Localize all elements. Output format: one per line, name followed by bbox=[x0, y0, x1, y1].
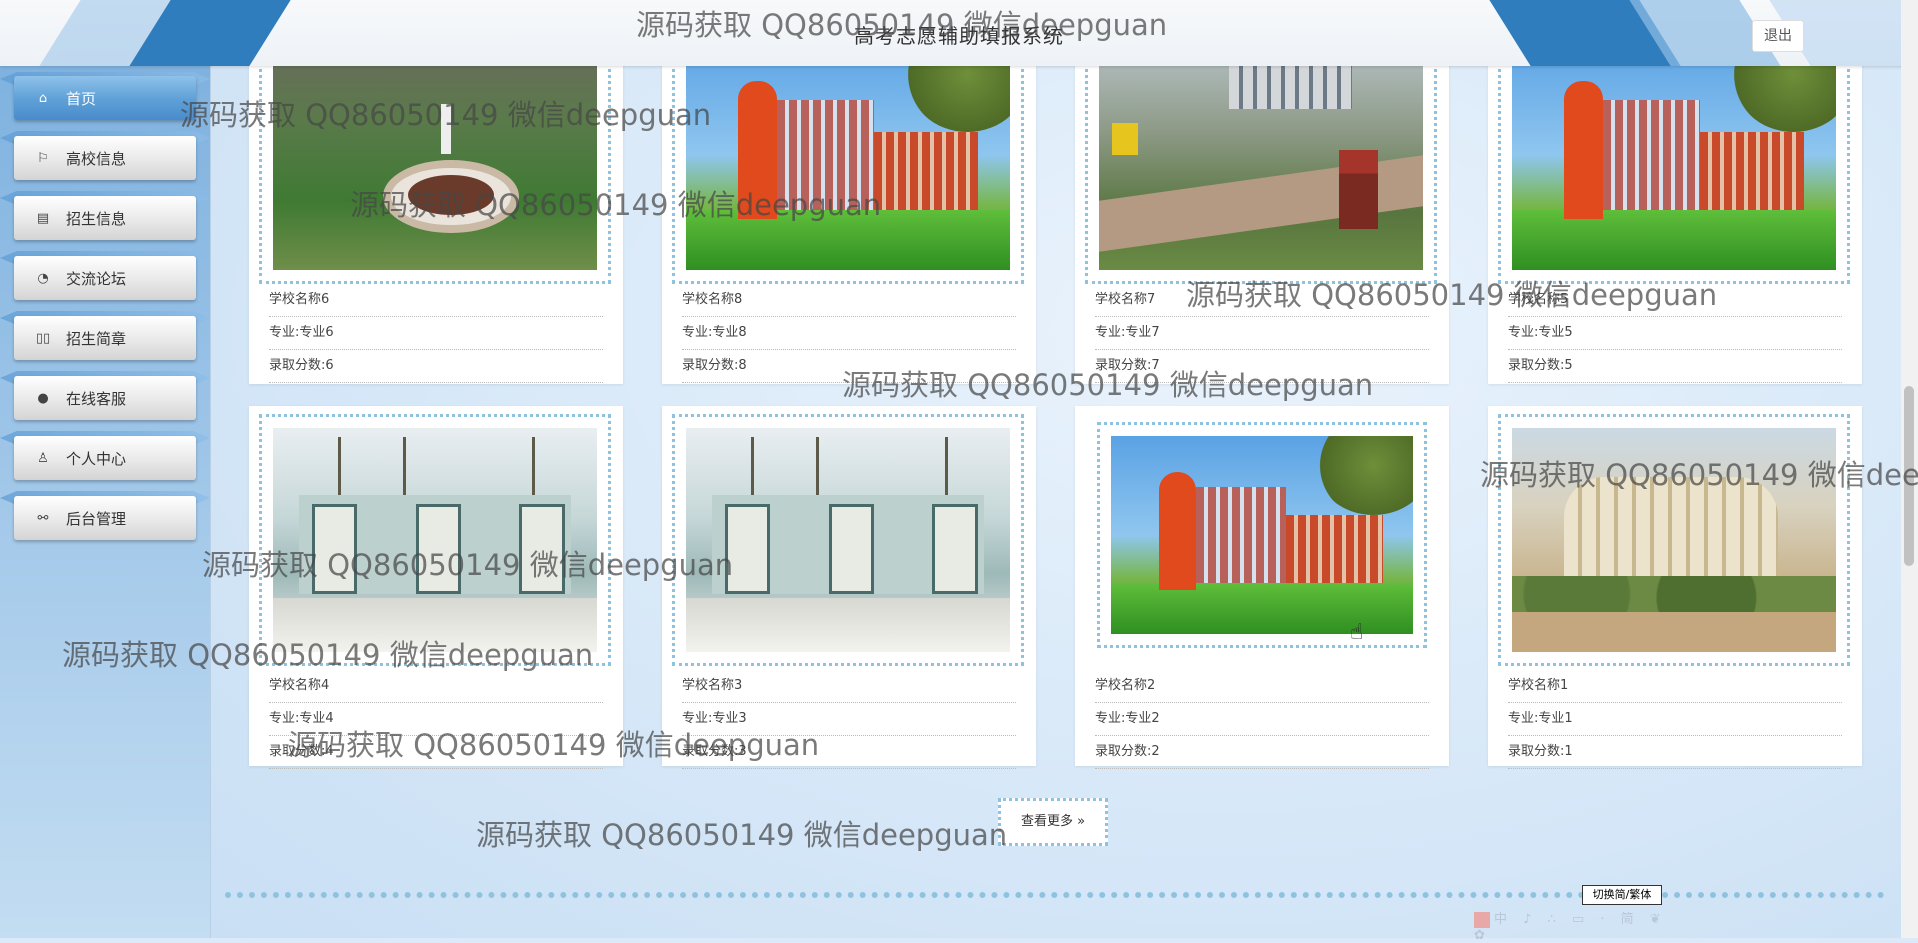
school-score: 录取分数:5 bbox=[1508, 350, 1842, 383]
school-name: 学校名称1 bbox=[1508, 670, 1842, 703]
sidebar-item-label: 交流论坛 bbox=[66, 269, 127, 288]
school-image-frame[interactable] bbox=[259, 66, 611, 284]
school-major: 专业:专业6 bbox=[269, 317, 603, 350]
sidebar-item-label: 高校信息 bbox=[66, 149, 127, 168]
school-major: 专业:专业8 bbox=[682, 317, 1016, 350]
school-image bbox=[686, 428, 1010, 652]
sidebar-item-admin[interactable]: ⚯ 后台管理 bbox=[14, 496, 196, 540]
school-score: 录取分数:1 bbox=[1508, 736, 1842, 769]
book-icon: ▯▯ bbox=[35, 330, 51, 346]
school-image-frame[interactable] bbox=[259, 414, 611, 666]
school-image-frame[interactable] bbox=[1498, 414, 1850, 666]
school-image bbox=[273, 66, 597, 270]
sidebar-item-label: 后台管理 bbox=[66, 509, 127, 528]
school-card[interactable]: 学校名称6 专业:专业6 录取分数:6 bbox=[249, 66, 623, 384]
school-card[interactable]: 学校名称2 专业:专业2 录取分数:2 bbox=[1075, 406, 1449, 769]
flag-icon: ⚐ bbox=[37, 150, 49, 166]
home-icon: ⌂ bbox=[38, 90, 48, 106]
school-name: 学校名称8 bbox=[682, 284, 1016, 317]
school-card[interactable]: 学校名称5 专业:专业5 录取分数:5 bbox=[1488, 66, 1862, 384]
user-icon: ♙ bbox=[37, 450, 49, 466]
school-score: 录取分数:3 bbox=[682, 736, 1016, 769]
school-card[interactable]: 学校名称3 专业:专业3 录取分数:3 bbox=[662, 406, 1036, 769]
school-score: 录取分数:4 bbox=[269, 736, 603, 769]
palette-icon: ◔ bbox=[37, 270, 49, 286]
link-icon: ⚯ bbox=[37, 510, 49, 526]
main-content: 学校名称6 专业:专业6 录取分数:6 学校名称8 专业:专业8 录取分数:8 … bbox=[211, 66, 1901, 938]
school-image bbox=[1111, 436, 1413, 634]
sidebar-item-label: 个人中心 bbox=[66, 449, 127, 468]
school-score: 录取分数:6 bbox=[269, 350, 603, 383]
school-major: 专业:专业1 bbox=[1508, 703, 1842, 736]
school-major: 专业:专业4 bbox=[269, 703, 603, 736]
sidebar-item-forum[interactable]: ◔ 交流论坛 bbox=[14, 256, 196, 300]
school-image-frame[interactable] bbox=[1097, 422, 1427, 648]
school-score: 录取分数:7 bbox=[1095, 350, 1429, 383]
load-more-button[interactable]: 查看更多 » bbox=[998, 798, 1108, 846]
sidebar-item-online-service[interactable]: ● 在线客服 bbox=[14, 376, 196, 420]
switch-language-button[interactable]: 切换简/繁体 bbox=[1582, 885, 1662, 905]
school-card[interactable]: 学校名称7 专业:专业7 录取分数:7 bbox=[1075, 66, 1449, 384]
school-name: 学校名称4 bbox=[269, 670, 603, 703]
sidebar-item-label: 招生简章 bbox=[66, 329, 127, 348]
sidebar-item-label: 招生信息 bbox=[66, 209, 127, 228]
notepad-icon: ▤ bbox=[36, 210, 50, 226]
ime-logo-icon bbox=[1474, 911, 1490, 928]
school-name: 学校名称7 bbox=[1095, 284, 1429, 317]
sidebar-item-admission-info[interactable]: ▤ 招生信息 bbox=[14, 196, 196, 240]
logout-button[interactable]: 退出 bbox=[1752, 20, 1804, 52]
hand-cursor-icon: ☝ bbox=[1350, 620, 1364, 645]
sidebar-item-universities[interactable]: ⚐ 高校信息 bbox=[14, 136, 196, 180]
site-title: 高考志愿辅助填报系统 bbox=[854, 24, 1064, 48]
school-image-frame[interactable] bbox=[1085, 66, 1437, 284]
school-image-frame[interactable] bbox=[672, 414, 1024, 666]
school-score: 录取分数:8 bbox=[682, 350, 1016, 383]
school-name: 学校名称2 bbox=[1095, 670, 1429, 703]
school-image bbox=[686, 66, 1010, 270]
sidebar-item-brochure[interactable]: ▯▯ 招生简章 bbox=[14, 316, 196, 360]
sidebar-item-label: 在线客服 bbox=[66, 389, 127, 408]
school-card[interactable]: 学校名称4 专业:专业4 录取分数:4 bbox=[249, 406, 623, 769]
school-name: 学校名称3 bbox=[682, 670, 1016, 703]
school-name: 学校名称5 bbox=[1508, 284, 1842, 317]
school-image bbox=[1099, 66, 1423, 270]
school-major: 专业:专业5 bbox=[1508, 317, 1842, 350]
sidebar-item-label: 首页 bbox=[66, 89, 97, 108]
school-image-frame[interactable] bbox=[672, 66, 1024, 284]
school-image bbox=[1512, 66, 1836, 270]
school-card[interactable]: 学校名称1 专业:专业1 录取分数:1 bbox=[1488, 406, 1862, 769]
sidebar: ⌂ 首页 ⚐ 高校信息 ▤ 招生信息 ◔ 交流论坛 ▯▯ 招生简章 ● 在线客服… bbox=[0, 66, 211, 938]
school-image-frame[interactable] bbox=[1498, 66, 1850, 284]
scrollbar-thumb[interactable] bbox=[1904, 386, 1914, 566]
school-major: 专业:专业2 bbox=[1095, 703, 1429, 736]
school-major: 专业:专业3 bbox=[682, 703, 1016, 736]
sidebar-item-home[interactable]: ⌂ 首页 bbox=[14, 76, 196, 120]
school-score: 录取分数:2 bbox=[1095, 736, 1429, 769]
school-name: 学校名称6 bbox=[269, 284, 603, 317]
school-image bbox=[1512, 428, 1836, 652]
school-card[interactable]: 学校名称8 专业:专业8 录取分数:8 bbox=[662, 66, 1036, 384]
top-header: 高考志愿辅助填报系统 退出 bbox=[0, 0, 1918, 66]
sidebar-item-profile[interactable]: ♙ 个人中心 bbox=[14, 436, 196, 480]
chat-icon: ● bbox=[37, 390, 49, 406]
ime-toolbar: 中 ♪ ∴ ▭ · 简 ❦ ✿ bbox=[1474, 908, 1674, 943]
school-image bbox=[273, 428, 597, 652]
school-major: 专业:专业7 bbox=[1095, 317, 1429, 350]
